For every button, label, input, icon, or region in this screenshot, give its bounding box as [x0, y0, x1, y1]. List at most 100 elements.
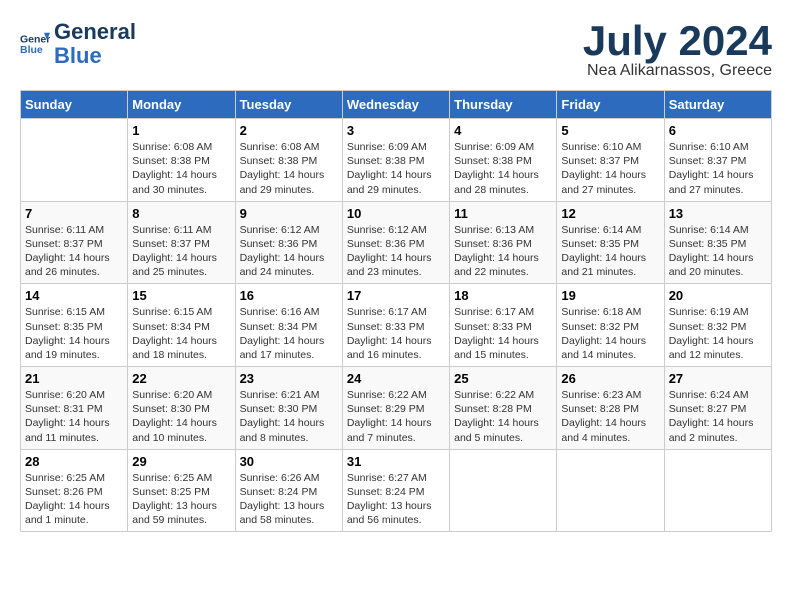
calendar-day-cell: 2 Sunrise: 6:08 AM Sunset: 8:38 PM Daylig… [235, 119, 342, 202]
day-number: 12 [561, 206, 659, 221]
logo-icon: General Blue [20, 29, 50, 59]
calendar-week-row: 7Sunrise: 6:11 AM Sunset: 8:37 PM Daylig… [21, 201, 772, 284]
header-tuesday: Tuesday [235, 91, 342, 119]
day-info: Sunrise: 6:13 AM Sunset: 8:36 PM Dayligh… [454, 223, 552, 280]
day-info: Sunrise: 6:18 AM Sunset: 8:32 PM Dayligh… [561, 305, 659, 362]
svg-text:Blue: Blue [20, 44, 43, 56]
calendar-day-cell: 28Sunrise: 6:25 AM Sunset: 8:26 PM Dayli… [21, 449, 128, 532]
day-info: Sunrise: 6:12 AM Sunset: 8:36 PM Dayligh… [347, 223, 445, 280]
day-number: 13 [669, 206, 767, 221]
day-info: Sunrise: 6:17 AM Sunset: 8:33 PM Dayligh… [347, 305, 445, 362]
calendar-day-cell: 30Sunrise: 6:26 AM Sunset: 8:24 PM Dayli… [235, 449, 342, 532]
day-number: 4 [454, 123, 552, 138]
calendar-day-cell: 12 Sunrise: 6:14 AM Sunset: 8:35 PM Dayli… [557, 201, 664, 284]
day-number: 16 [240, 288, 338, 303]
day-number: 1 [132, 123, 230, 138]
day-info: Sunrise: 6:22 AM Sunset: 8:29 PM Dayligh… [347, 388, 445, 445]
day-info: Sunrise: 6:11 AM Sunset: 8:37 PM Dayligh… [25, 223, 123, 280]
day-info: Sunrise: 6:08 AM Sunset: 8:38 PM Dayligh… [132, 140, 230, 197]
calendar-day-cell: 8 Sunrise: 6:11 AM Sunset: 8:37 PM Daylig… [128, 201, 235, 284]
day-number: 8 [132, 206, 230, 221]
day-number: 5 [561, 123, 659, 138]
day-number: 25 [454, 371, 552, 386]
day-number: 28 [25, 454, 123, 469]
logo: General Blue General Blue [20, 20, 136, 68]
day-info: Sunrise: 6:09 AM Sunset: 8:38 PM Dayligh… [347, 140, 445, 197]
calendar-day-cell: 21Sunrise: 6:20 AM Sunset: 8:31 PM Dayli… [21, 367, 128, 450]
day-number: 2 [240, 123, 338, 138]
day-info: Sunrise: 6:11 AM Sunset: 8:37 PM Dayligh… [132, 223, 230, 280]
calendar-week-row: 28Sunrise: 6:25 AM Sunset: 8:26 PM Dayli… [21, 449, 772, 532]
calendar-table: SundayMondayTuesdayWednesdayThursdayFrid… [20, 90, 772, 532]
day-info: Sunrise: 6:25 AM Sunset: 8:25 PM Dayligh… [132, 471, 230, 528]
day-number: 20 [669, 288, 767, 303]
calendar-day-cell: 9 Sunrise: 6:12 AM Sunset: 8:36 PM Daylig… [235, 201, 342, 284]
month-title: July 2024 [583, 20, 772, 62]
calendar-day-cell: 15 Sunrise: 6:15 AM Sunset: 8:34 PM Dayli… [128, 284, 235, 367]
day-number: 31 [347, 454, 445, 469]
calendar-day-cell: 16 Sunrise: 6:16 AM Sunset: 8:34 PM Dayli… [235, 284, 342, 367]
day-number: 27 [669, 371, 767, 386]
calendar-day-cell: 4Sunrise: 6:09 AM Sunset: 8:38 PM Daylig… [450, 119, 557, 202]
day-info: Sunrise: 6:24 AM Sunset: 8:27 PM Dayligh… [669, 388, 767, 445]
calendar-day-cell: 20 Sunrise: 6:19 AM Sunset: 8:32 PM Dayli… [664, 284, 771, 367]
calendar-day-cell: 22 Sunrise: 6:20 AM Sunset: 8:30 PM Dayli… [128, 367, 235, 450]
day-number: 6 [669, 123, 767, 138]
day-info: Sunrise: 6:23 AM Sunset: 8:28 PM Dayligh… [561, 388, 659, 445]
calendar-day-cell: 7Sunrise: 6:11 AM Sunset: 8:37 PM Daylig… [21, 201, 128, 284]
day-number: 14 [25, 288, 123, 303]
calendar-day-cell: 29 Sunrise: 6:25 AM Sunset: 8:25 PM Dayli… [128, 449, 235, 532]
day-info: Sunrise: 6:26 AM Sunset: 8:24 PM Dayligh… [240, 471, 338, 528]
day-number: 26 [561, 371, 659, 386]
day-number: 29 [132, 454, 230, 469]
calendar-week-row: 1 Sunrise: 6:08 AM Sunset: 8:38 PM Daylig… [21, 119, 772, 202]
day-info: Sunrise: 6:08 AM Sunset: 8:38 PM Dayligh… [240, 140, 338, 197]
calendar-day-cell: 6 Sunrise: 6:10 AM Sunset: 8:37 PM Daylig… [664, 119, 771, 202]
calendar-day-cell: 19Sunrise: 6:18 AM Sunset: 8:32 PM Dayli… [557, 284, 664, 367]
day-info: Sunrise: 6:15 AM Sunset: 8:34 PM Dayligh… [132, 305, 230, 362]
calendar-day-cell: 26 Sunrise: 6:23 AM Sunset: 8:28 PM Dayli… [557, 367, 664, 450]
day-number: 10 [347, 206, 445, 221]
header-monday: Monday [128, 91, 235, 119]
day-number: 11 [454, 206, 552, 221]
calendar-day-cell: 31 Sunrise: 6:27 AM Sunset: 8:24 PM Dayli… [342, 449, 449, 532]
day-info: Sunrise: 6:27 AM Sunset: 8:24 PM Dayligh… [347, 471, 445, 528]
calendar-day-cell: 3 Sunrise: 6:09 AM Sunset: 8:38 PM Daylig… [342, 119, 449, 202]
day-number: 17 [347, 288, 445, 303]
header-thursday: Thursday [450, 91, 557, 119]
day-info: Sunrise: 6:16 AM Sunset: 8:34 PM Dayligh… [240, 305, 338, 362]
calendar-day-cell [21, 119, 128, 202]
day-info: Sunrise: 6:21 AM Sunset: 8:30 PM Dayligh… [240, 388, 338, 445]
day-info: Sunrise: 6:15 AM Sunset: 8:35 PM Dayligh… [25, 305, 123, 362]
day-number: 3 [347, 123, 445, 138]
day-number: 23 [240, 371, 338, 386]
day-info: Sunrise: 6:20 AM Sunset: 8:30 PM Dayligh… [132, 388, 230, 445]
day-number: 9 [240, 206, 338, 221]
day-info: Sunrise: 6:17 AM Sunset: 8:33 PM Dayligh… [454, 305, 552, 362]
calendar-week-row: 14 Sunrise: 6:15 AM Sunset: 8:35 PM Dayli… [21, 284, 772, 367]
logo-text-line2: Blue [54, 44, 136, 68]
calendar-day-cell: 25 Sunrise: 6:22 AM Sunset: 8:28 PM Dayli… [450, 367, 557, 450]
day-info: Sunrise: 6:22 AM Sunset: 8:28 PM Dayligh… [454, 388, 552, 445]
header-sunday: Sunday [21, 91, 128, 119]
day-info: Sunrise: 6:19 AM Sunset: 8:32 PM Dayligh… [669, 305, 767, 362]
day-info: Sunrise: 6:20 AM Sunset: 8:31 PM Dayligh… [25, 388, 123, 445]
day-number: 15 [132, 288, 230, 303]
title-block: July 2024 Nea Alikarnassos, Greece [583, 20, 772, 80]
day-number: 22 [132, 371, 230, 386]
day-info: Sunrise: 6:14 AM Sunset: 8:35 PM Dayligh… [669, 223, 767, 280]
calendar-day-cell [664, 449, 771, 532]
calendar-day-cell: 27 Sunrise: 6:24 AM Sunset: 8:27 PM Dayli… [664, 367, 771, 450]
calendar-day-cell: 17 Sunrise: 6:17 AM Sunset: 8:33 PM Dayli… [342, 284, 449, 367]
location-subtitle: Nea Alikarnassos, Greece [583, 62, 772, 80]
calendar-day-cell: 5Sunrise: 6:10 AM Sunset: 8:37 PM Daylig… [557, 119, 664, 202]
day-info: Sunrise: 6:10 AM Sunset: 8:37 PM Dayligh… [669, 140, 767, 197]
header-wednesday: Wednesday [342, 91, 449, 119]
day-info: Sunrise: 6:12 AM Sunset: 8:36 PM Dayligh… [240, 223, 338, 280]
calendar-day-cell: 10 Sunrise: 6:12 AM Sunset: 8:36 PM Dayli… [342, 201, 449, 284]
day-number: 18 [454, 288, 552, 303]
calendar-header-row: SundayMondayTuesdayWednesdayThursdayFrid… [21, 91, 772, 119]
day-number: 24 [347, 371, 445, 386]
day-info: Sunrise: 6:14 AM Sunset: 8:35 PM Dayligh… [561, 223, 659, 280]
calendar-day-cell: 11 Sunrise: 6:13 AM Sunset: 8:36 PM Dayli… [450, 201, 557, 284]
